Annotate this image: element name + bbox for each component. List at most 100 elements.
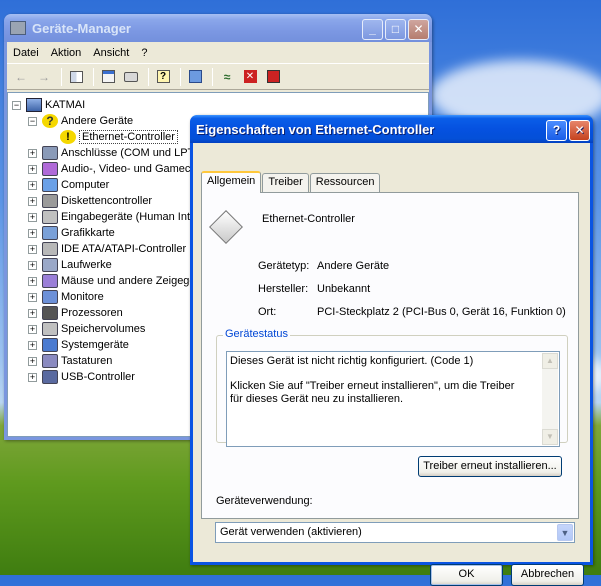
- tree-item[interactable]: + Prozessoren: [28, 305, 123, 321]
- tree-item[interactable]: − ? Andere Geräte: [28, 113, 133, 129]
- expand-icon[interactable]: +: [28, 324, 37, 334]
- tree-item[interactable]: + Tastaturen: [28, 353, 112, 369]
- device-manager-app-icon: [10, 21, 26, 35]
- tree-item[interactable]: + Speichervolumes: [28, 321, 145, 337]
- minimize-button[interactable]: _: [362, 19, 383, 40]
- system-device-icon: [42, 338, 58, 352]
- device-manager-titlebar[interactable]: Geräte-Manager _ □ ✕: [4, 14, 432, 42]
- print-icon[interactable]: [121, 68, 141, 86]
- tree-item[interactable]: + Laufwerke: [28, 257, 112, 273]
- expand-icon[interactable]: +: [28, 308, 37, 318]
- disable-device-icon[interactable]: ✕: [240, 68, 260, 86]
- tree-item[interactable]: + Systemgeräte: [28, 337, 129, 353]
- floppy-controller-icon: [42, 194, 58, 208]
- help-icon[interactable]: ?: [153, 68, 173, 86]
- location-label: Ort:: [258, 306, 277, 318]
- tree-item-label: Speichervolumes: [61, 323, 146, 335]
- tree-item[interactable]: + Grafikkarte: [28, 225, 115, 241]
- scroll-up-icon[interactable]: ▲: [542, 353, 558, 369]
- device-usage-label: Geräteverwendung:: [216, 495, 313, 507]
- display-adapter-icon: [42, 226, 58, 240]
- close-icon: ✕: [413, 22, 424, 36]
- tree-item[interactable]: + Monitore: [28, 289, 104, 305]
- ok-button[interactable]: OK: [430, 564, 503, 586]
- menu-aktion[interactable]: Aktion: [45, 47, 88, 59]
- menu-datei[interactable]: Datei: [7, 47, 45, 59]
- tree-item[interactable]: + Anschlüsse (COM und LPT): [28, 145, 198, 161]
- close-button[interactable]: ✕: [408, 19, 429, 40]
- device-type-value: Andere Geräte: [317, 260, 390, 272]
- processor-icon: [42, 306, 58, 320]
- expand-icon[interactable]: +: [28, 228, 37, 238]
- port-icon: [42, 146, 58, 160]
- tree-item-label: Computer: [61, 179, 110, 191]
- tree-item[interactable]: + Computer: [28, 177, 109, 193]
- computer-icon: [26, 98, 42, 112]
- tree-item-label: Diskettencontroller: [61, 195, 153, 207]
- dialog-close-button[interactable]: ✕: [569, 120, 590, 141]
- menu-help[interactable]: ?: [135, 47, 153, 59]
- tree-item[interactable]: + Mäuse und andere Zeigegeräte: [28, 273, 215, 289]
- menu-ansicht[interactable]: Ansicht: [87, 47, 135, 59]
- tree-item-label: Grafikkarte: [61, 227, 115, 239]
- disk-drive-icon: [42, 258, 58, 272]
- expand-icon[interactable]: +: [28, 244, 37, 254]
- properties-icon[interactable]: [98, 68, 118, 86]
- maximize-icon: □: [391, 22, 400, 36]
- collapse-icon[interactable]: −: [28, 116, 37, 126]
- device-status-text: Dieses Gerät ist nicht richtig konfiguri…: [226, 351, 560, 447]
- tree-item[interactable]: + Diskettencontroller: [28, 193, 152, 209]
- expand-icon[interactable]: +: [28, 292, 37, 302]
- collapse-icon[interactable]: −: [12, 100, 21, 110]
- expand-icon[interactable]: +: [28, 196, 37, 206]
- tree-item-label: Anschlüsse (COM und LPT): [61, 147, 198, 159]
- expand-icon[interactable]: +: [28, 260, 37, 270]
- tree-item-label: Laufwerke: [61, 259, 112, 271]
- device-usage-select[interactable]: Gerät verwenden (aktivieren) ▼: [215, 522, 575, 543]
- expand-icon[interactable]: +: [28, 148, 37, 158]
- tab-ressourcen[interactable]: Ressourcen: [309, 173, 381, 192]
- tree-item[interactable]: + USB-Controller: [28, 369, 135, 385]
- dialog-titlebar[interactable]: Eigenschaften von Ethernet-Controller ? …: [190, 115, 593, 143]
- device-type-label: Gerätetyp:: [258, 260, 310, 272]
- chevron-down-icon[interactable]: ▼: [557, 524, 573, 541]
- expand-icon[interactable]: +: [28, 212, 37, 222]
- menu-bar: Datei Aktion Ansicht ?: [7, 42, 429, 64]
- device-status-title: Gerätestatus: [223, 328, 290, 340]
- mouse-icon: [42, 274, 58, 288]
- expand-icon[interactable]: +: [28, 356, 37, 366]
- expand-icon[interactable]: +: [28, 276, 37, 286]
- tree-root[interactable]: − KATMAI: [12, 97, 85, 113]
- tree-view-icon[interactable]: [66, 68, 86, 86]
- maximize-button[interactable]: □: [385, 19, 406, 40]
- tree-item-selected[interactable]: ! Ethernet-Controller: [60, 129, 178, 145]
- storage-volume-icon: [42, 322, 58, 336]
- expand-icon[interactable]: +: [28, 340, 37, 350]
- ide-icon: [42, 242, 58, 256]
- tree-item-label: Andere Geräte: [61, 115, 134, 127]
- device-name: Ethernet-Controller: [262, 213, 355, 225]
- manufacturer-label: Hersteller:: [258, 283, 309, 295]
- expand-icon[interactable]: +: [28, 372, 37, 382]
- expand-icon[interactable]: +: [28, 164, 37, 174]
- hid-icon: [42, 210, 58, 224]
- tree-item[interactable]: + IDE ATA/ATAPI-Controller: [28, 241, 186, 257]
- update-driver-icon[interactable]: ≈: [217, 68, 237, 86]
- back-arrow-icon[interactable]: ←: [11, 68, 31, 86]
- cancel-button[interactable]: Abbrechen: [511, 564, 584, 586]
- tab-allgemein[interactable]: Allgemein: [201, 171, 262, 193]
- usb-icon: [42, 370, 58, 384]
- toolbar: ← → ? ≈ ✕: [7, 64, 429, 90]
- expand-icon[interactable]: +: [28, 180, 37, 190]
- reinstall-driver-button[interactable]: Treiber erneut installieren...: [418, 456, 562, 477]
- computer-icon: [42, 178, 58, 192]
- uninstall-device-icon[interactable]: [263, 68, 283, 86]
- forward-arrow-icon[interactable]: →: [34, 68, 54, 86]
- manufacturer-value: Unbekannt: [317, 283, 371, 295]
- tree-item-label: IDE ATA/ATAPI-Controller: [61, 243, 187, 255]
- status-scrollbar[interactable]: ▲ ▼: [542, 353, 558, 445]
- scroll-down-icon[interactable]: ▼: [542, 429, 558, 445]
- help-button[interactable]: ?: [546, 120, 567, 141]
- scan-hardware-icon[interactable]: [185, 68, 205, 86]
- tab-treiber[interactable]: Treiber: [262, 173, 309, 192]
